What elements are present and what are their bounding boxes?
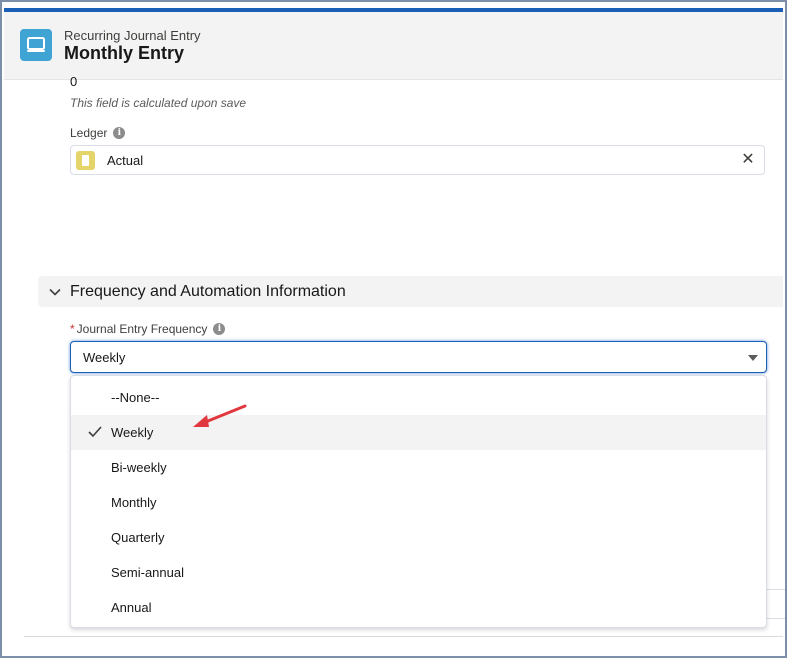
divider	[24, 636, 783, 637]
option-label: Quarterly	[111, 530, 165, 545]
record-header: Recurring Journal Entry Monthly Entry	[4, 12, 783, 80]
frequency-select-value: Weekly	[83, 350, 126, 365]
option-annual[interactable]: Annual	[71, 590, 766, 625]
option-label: Bi-weekly	[111, 460, 167, 475]
frequency-select[interactable]: Weekly	[70, 341, 767, 373]
hidden-field-edge	[764, 589, 785, 619]
frequency-label-text: Journal Entry Frequency	[76, 322, 208, 336]
calculated-field-value: 0	[70, 74, 78, 89]
option-semi-annual[interactable]: Semi-annual	[71, 555, 766, 590]
record-title: Monthly Entry	[64, 43, 184, 63]
check-icon	[88, 426, 102, 438]
option-label: Monthly	[111, 495, 157, 510]
option-label: Weekly	[111, 425, 154, 440]
chevron-down-icon	[49, 288, 61, 296]
option-label: Annual	[111, 600, 152, 615]
option-quarterly[interactable]: Quarterly	[71, 520, 766, 555]
record-form: 0 This field is calculated upon save Led…	[4, 74, 785, 654]
section-title: Frequency and Automation Information	[70, 283, 346, 300]
option-monthly[interactable]: Monthly	[71, 485, 766, 520]
caret-down-icon	[748, 355, 758, 361]
info-icon[interactable]: i	[113, 127, 126, 139]
frequency-label: * Journal Entry Frequency i	[70, 322, 226, 336]
option-label: --None--	[111, 390, 160, 405]
app-frame: Recurring Journal Entry Monthly Entry 0 …	[0, 0, 787, 658]
clear-icon[interactable]: ✕	[740, 151, 756, 169]
object-type-label: Recurring Journal Entry	[64, 28, 201, 43]
annotation-arrow-icon	[193, 404, 247, 427]
calculated-field-help: This field is calculated upon save	[70, 96, 247, 110]
option-bi-weekly[interactable]: Bi-weekly	[71, 450, 766, 485]
option-weekly[interactable]: Weekly	[71, 415, 766, 450]
ledger-value: Actual	[107, 153, 144, 168]
ledger-label: Ledger i	[70, 126, 126, 140]
frequency-dropdown: --None-- Weekly Bi-weekly Monthly Quarte…	[70, 375, 767, 628]
section-header-frequency[interactable]: Frequency and Automation Information	[38, 276, 783, 307]
ledger-lookup-field[interactable]: Actual ✕	[70, 145, 765, 175]
option-label: Semi-annual	[111, 565, 184, 580]
computer-icon	[20, 29, 52, 61]
required-marker: *	[70, 322, 75, 336]
ledger-icon	[76, 151, 95, 170]
ledger-label-text: Ledger	[70, 126, 108, 140]
option-none[interactable]: --None--	[71, 380, 766, 415]
info-icon[interactable]: i	[213, 323, 226, 335]
